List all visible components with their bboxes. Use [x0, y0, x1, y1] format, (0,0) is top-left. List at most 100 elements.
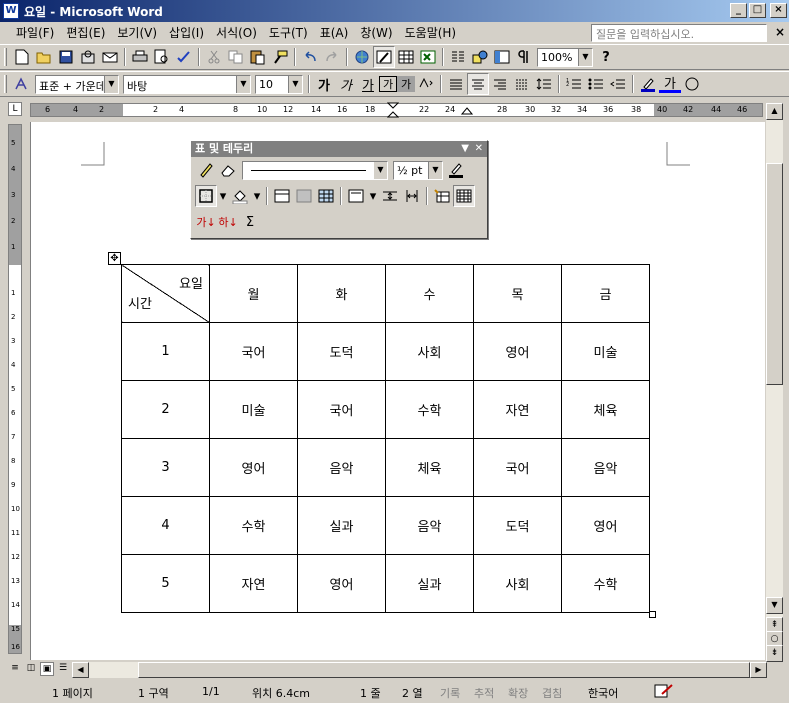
- menu-insert[interactable]: 삽입(I): [163, 23, 210, 43]
- subject-cell[interactable]: 체육: [561, 380, 650, 439]
- shading-color-icon[interactable]: [229, 185, 251, 207]
- menu-file[interactable]: 파일(F): [10, 23, 60, 43]
- subject-cell[interactable]: 체육: [385, 438, 474, 497]
- menu-window[interactable]: 창(W): [354, 23, 398, 43]
- menu-help[interactable]: 도움말(H): [399, 23, 463, 43]
- draw-table-icon[interactable]: [195, 159, 217, 181]
- merge-cells-icon[interactable]: [293, 185, 315, 207]
- next-page-icon[interactable]: ⇟: [766, 645, 783, 662]
- sort-ascending-button[interactable]: 가 ↓: [195, 211, 217, 233]
- chevron-down-icon[interactable]: ▼: [288, 75, 302, 93]
- period-cell[interactable]: 3: [121, 438, 210, 497]
- subject-cell[interactable]: 도덕: [473, 496, 562, 555]
- character-spacing-icon[interactable]: [415, 73, 437, 95]
- align-cell-icon[interactable]: [345, 185, 367, 207]
- status-ovr[interactable]: 겹침: [542, 685, 562, 701]
- day-cell[interactable]: 수: [385, 264, 474, 323]
- close-icon[interactable]: ✕: [475, 141, 483, 157]
- normal-view-icon[interactable]: ≡: [8, 662, 22, 676]
- drawing-icon[interactable]: [469, 46, 491, 68]
- subject-cell[interactable]: 영어: [561, 496, 650, 555]
- indent-marker-icon[interactable]: [387, 102, 399, 118]
- chevron-down-icon[interactable]: ▾: [251, 185, 263, 207]
- scroll-up-icon[interactable]: ▲: [766, 103, 783, 120]
- subject-cell[interactable]: 국어: [209, 322, 298, 381]
- chevron-down-icon[interactable]: ▼: [428, 161, 442, 179]
- font-combo[interactable]: 바탕 ▼: [123, 74, 251, 94]
- subject-cell[interactable]: 실과: [385, 554, 474, 613]
- insert-table-icon[interactable]: [395, 46, 417, 68]
- columns-icon[interactable]: [447, 46, 469, 68]
- floating-toolbar-titlebar[interactable]: 표 및 테두리 ▼ ✕: [191, 141, 487, 157]
- new-document-icon[interactable]: [11, 46, 33, 68]
- web-layout-view-icon[interactable]: ◫: [24, 662, 38, 676]
- period-cell[interactable]: 4: [121, 496, 210, 555]
- subject-cell[interactable]: 미술: [561, 322, 650, 381]
- day-cell[interactable]: 월: [209, 264, 298, 323]
- underline-button[interactable]: 가: [357, 73, 379, 95]
- vertical-scrollbar[interactable]: ▲ ▼ ⇞ ○ ⇟: [766, 103, 783, 662]
- numbering-icon[interactable]: 12: [563, 73, 585, 95]
- subject-cell[interactable]: 영어: [209, 438, 298, 497]
- subject-cell[interactable]: 영어: [297, 554, 386, 613]
- subject-cell[interactable]: 국어: [473, 438, 562, 497]
- bold-button[interactable]: 가: [313, 73, 335, 95]
- bullets-icon[interactable]: [585, 73, 607, 95]
- subject-cell[interactable]: 국어: [297, 380, 386, 439]
- period-cell[interactable]: 5: [121, 554, 210, 613]
- vertical-scroll-thumb[interactable]: [766, 163, 783, 385]
- spelling-status-icon[interactable]: [654, 684, 674, 698]
- chevron-down-icon[interactable]: ▼: [461, 141, 469, 157]
- vertical-ruler[interactable]: 5 4 3 2 1 1 2 3 4 5 6 7 8 9 10 11 12 13 …: [8, 124, 22, 654]
- subject-cell[interactable]: 수학: [385, 380, 474, 439]
- minimize-button[interactable]: _: [730, 3, 747, 18]
- undo-icon[interactable]: [299, 46, 321, 68]
- toolbar-grip[interactable]: [4, 48, 7, 66]
- align-right-icon[interactable]: [489, 73, 511, 95]
- table-resize-handle[interactable]: [649, 611, 656, 618]
- print-icon[interactable]: [129, 46, 151, 68]
- print-preview-icon[interactable]: [151, 46, 173, 68]
- document-close-button[interactable]: ×: [775, 25, 785, 39]
- email-icon[interactable]: [99, 46, 121, 68]
- enclosed-character-icon[interactable]: [681, 73, 703, 95]
- menu-format[interactable]: 서식(O): [210, 23, 263, 43]
- close-button[interactable]: ×: [770, 3, 787, 18]
- decrease-indent-icon[interactable]: [607, 73, 629, 95]
- paste-icon[interactable]: [247, 46, 269, 68]
- insert-table-icon[interactable]: [271, 185, 293, 207]
- chevron-down-icon[interactable]: ▼: [236, 75, 250, 93]
- hyperlink-icon[interactable]: [351, 46, 373, 68]
- sort-descending-button[interactable]: 하 ↓: [217, 211, 239, 233]
- tab-selector-icon[interactable]: L: [8, 102, 22, 116]
- help-icon[interactable]: ?: [595, 46, 617, 68]
- scroll-right-icon[interactable]: ▶: [750, 662, 767, 678]
- status-ext[interactable]: 확장: [508, 685, 528, 701]
- day-cell[interactable]: 목: [473, 264, 562, 323]
- align-justify-icon[interactable]: [445, 73, 467, 95]
- subject-cell[interactable]: 사회: [473, 554, 562, 613]
- chevron-down-icon[interactable]: ▼: [374, 161, 387, 179]
- diagonal-header-cell[interactable]: 요일 시간: [121, 264, 210, 323]
- italic-button[interactable]: 가: [335, 73, 357, 95]
- chevron-down-icon[interactable]: ▼: [104, 75, 118, 93]
- horizontal-ruler[interactable]: 6 4 2 2 4 8 10 12 14 16 18 22 24 28 30 3…: [30, 102, 763, 118]
- day-cell[interactable]: 금: [561, 264, 650, 323]
- open-icon[interactable]: [33, 46, 55, 68]
- subject-cell[interactable]: 미술: [209, 380, 298, 439]
- menu-table[interactable]: 표(A): [314, 23, 355, 43]
- split-cells-icon[interactable]: [315, 185, 337, 207]
- subject-cell[interactable]: 도덕: [297, 322, 386, 381]
- period-cell[interactable]: 1: [121, 322, 210, 381]
- chevron-down-icon[interactable]: ▾: [367, 185, 379, 207]
- zoom-combo[interactable]: 100% ▼: [537, 47, 593, 67]
- status-trk[interactable]: 추적: [474, 685, 494, 701]
- format-painter-icon[interactable]: [269, 46, 291, 68]
- line-style-combo[interactable]: ▼: [242, 160, 388, 180]
- status-rec[interactable]: 기록: [440, 685, 460, 701]
- spelling-icon[interactable]: [173, 46, 195, 68]
- document-map-icon[interactable]: [491, 46, 513, 68]
- distribute-rows-icon[interactable]: [379, 185, 401, 207]
- menu-tools[interactable]: 도구(T): [263, 23, 314, 43]
- distribute-columns-icon[interactable]: [401, 185, 423, 207]
